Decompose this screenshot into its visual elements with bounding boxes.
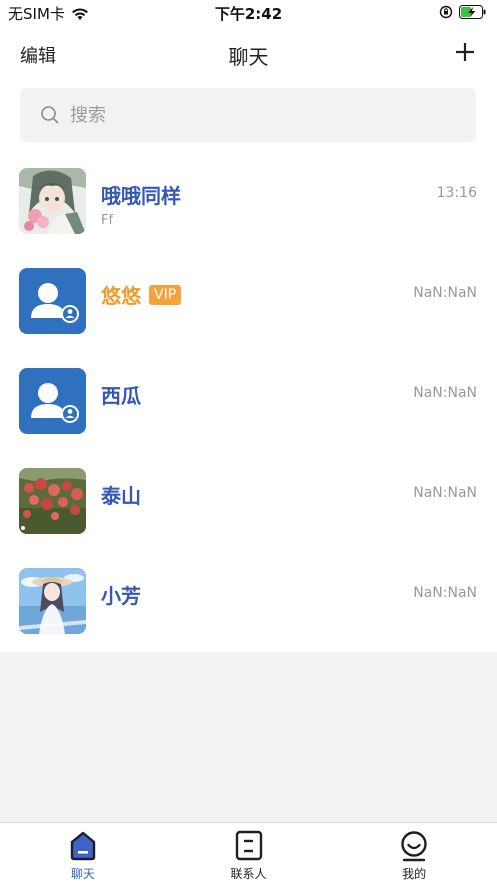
page-title: 聊天: [228, 45, 269, 69]
chat-time: NaN:NaN: [413, 385, 477, 401]
chat-name: 泰山: [101, 484, 141, 508]
anime-girl-avatar-image: [19, 168, 86, 234]
vip-badge: VIP: [149, 284, 182, 305]
anime-girl-sky-image: [19, 568, 86, 634]
default-user-icon: [19, 268, 86, 334]
chat-name: 悠悠: [101, 284, 141, 308]
chat-time: NaN:NaN: [413, 485, 477, 501]
chat-item[interactable]: 哦哦同样 Ff 13:16: [0, 158, 497, 258]
chat-name: 哦哦同样: [101, 184, 181, 208]
status-bar: 无SIM卡 下午2:42: [0, 0, 497, 26]
profile-smile-icon: [401, 831, 427, 862]
chat-item[interactable]: 西瓜 NaN:NaN: [0, 358, 497, 458]
chat-name-row: 西瓜: [101, 380, 141, 409]
chat-item[interactable]: 泰山 NaN:NaN: [0, 458, 497, 558]
chat-name-row: 哦哦同样: [101, 180, 181, 209]
avatar: [19, 368, 86, 434]
tab-label: 聊天: [70, 867, 95, 881]
add-icon[interactable]: [453, 40, 477, 64]
default-user-icon: [19, 368, 86, 434]
tab-chat[interactable]: 聊天: [0, 823, 166, 884]
avatar: [19, 568, 86, 634]
battery-charging-icon: [459, 5, 486, 19]
tab-profile[interactable]: 我的: [331, 823, 497, 884]
status-right-group: [439, 5, 487, 19]
avatar: [19, 268, 86, 334]
chat-time: NaN:NaN: [413, 285, 477, 301]
chat-name-row: 小芳: [101, 580, 141, 609]
chat-list: 哦哦同样 Ff 13:16 悠悠 VIP NaN:NaN 西瓜 NaN:NaN …: [0, 158, 497, 658]
orientation-lock-icon: [439, 5, 453, 19]
chat-time: 13:16: [436, 185, 477, 201]
chat-name-row: 悠悠 VIP: [101, 280, 182, 309]
chat-name: 西瓜: [101, 384, 141, 408]
navigation-bar: 编辑 聊天: [0, 26, 497, 82]
empty-list-area: [0, 652, 497, 822]
avatar: [19, 468, 86, 534]
chat-time: NaN:NaN: [413, 585, 477, 601]
tab-label: 联系人: [230, 867, 267, 881]
chat-name: 小芳: [101, 584, 141, 608]
status-time: 下午2:42: [214, 5, 283, 23]
red-flowers-photo: [19, 468, 86, 534]
chat-preview: Ff: [101, 213, 114, 228]
tab-bar: 聊天 联系人 我的: [0, 822, 497, 884]
chat-home-icon: [70, 831, 96, 861]
chat-item[interactable]: 小芳 NaN:NaN: [0, 558, 497, 658]
search-bar[interactable]: [20, 88, 476, 142]
chat-item[interactable]: 悠悠 VIP NaN:NaN: [0, 258, 497, 358]
tab-contacts[interactable]: 联系人: [166, 823, 332, 884]
chat-name-row: 泰山: [101, 480, 141, 509]
avatar: [19, 168, 86, 234]
search-input[interactable]: [68, 103, 452, 127]
search-icon: [41, 106, 59, 124]
contacts-icon: [235, 830, 262, 861]
tab-label: 我的: [402, 867, 427, 881]
